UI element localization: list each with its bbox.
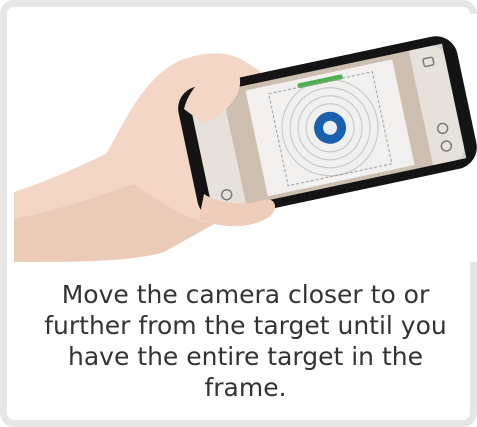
instruction-text: Move the camera closer to or further fro…: [44, 280, 447, 402]
hand-holding-phone-image: [14, 36, 477, 262]
hero-illustration: [14, 14, 477, 262]
instruction-card: Move the camera closer to or further fro…: [0, 0, 477, 427]
